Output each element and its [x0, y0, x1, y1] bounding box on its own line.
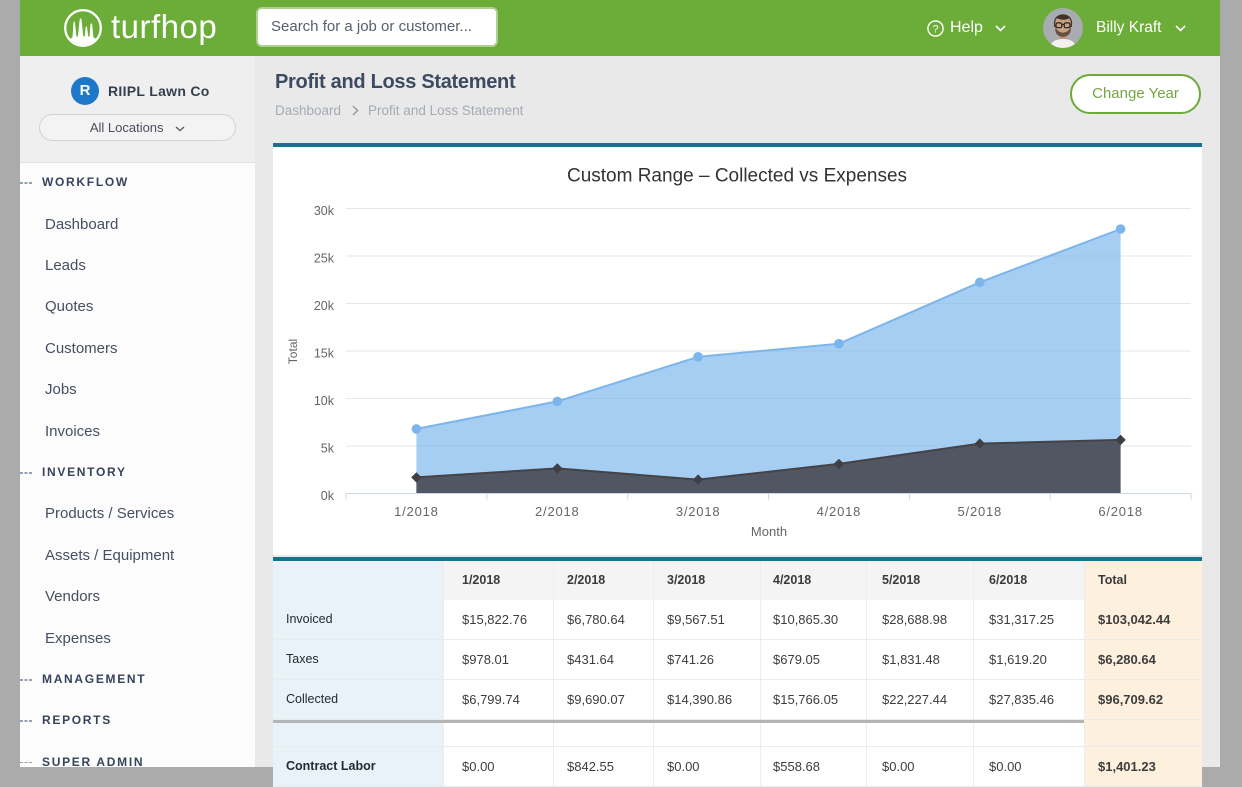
svg-text:5k: 5k	[321, 442, 335, 456]
svg-text:5/2018: 5/2018	[958, 504, 1003, 519]
svg-text:10k: 10k	[314, 394, 335, 408]
svg-text:30k: 30k	[314, 204, 335, 218]
svg-text:Custom Range – Collected vs Ex: Custom Range – Collected vs Expenses	[567, 166, 907, 187]
svg-text:4/2018: 4/2018	[817, 504, 862, 519]
svg-text:0k: 0k	[321, 489, 335, 503]
svg-text:6/2018: 6/2018	[1098, 504, 1143, 519]
svg-text:?: ?	[932, 23, 938, 35]
svg-text:1/2018: 1/2018	[394, 504, 439, 519]
svg-text:2/2018: 2/2018	[535, 504, 580, 519]
svg-text:3/2018: 3/2018	[676, 504, 721, 519]
svg-text:Month: Month	[751, 524, 787, 539]
svg-text:25k: 25k	[314, 252, 335, 266]
svg-text:15k: 15k	[314, 347, 335, 361]
svg-text:Total: Total	[286, 339, 300, 364]
svg-text:20k: 20k	[314, 299, 335, 313]
